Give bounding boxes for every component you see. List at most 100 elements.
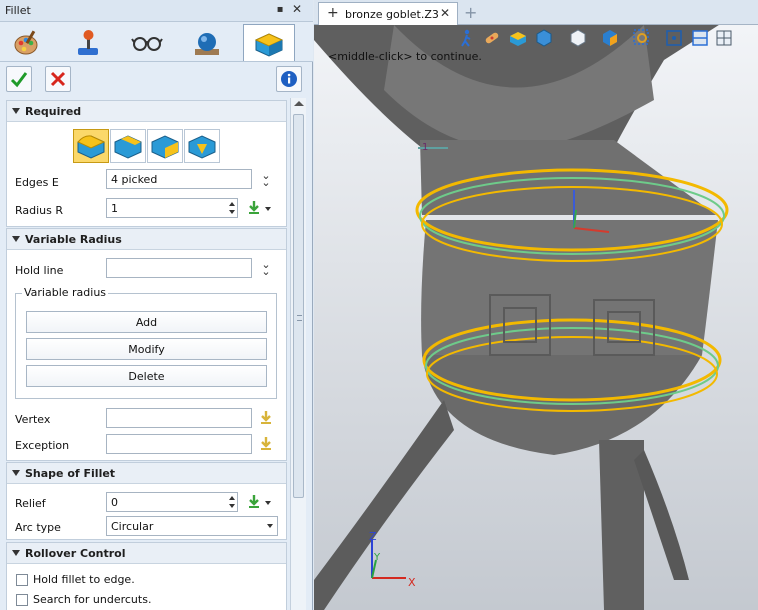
group-label: Variable radius: [22, 286, 109, 299]
radius-input[interactable]: 1: [106, 198, 238, 218]
doc-tab-label: bronze goblet.Z3: [345, 8, 439, 21]
close-tab-icon[interactable]: ✕: [440, 6, 450, 20]
fillet-type-group: [73, 129, 221, 163]
section-title: Shape of Fillet: [25, 467, 116, 480]
vertex-field[interactable]: [106, 408, 252, 428]
status-hint: <middle-click> to continue.: [328, 50, 482, 63]
collapse-arrow-icon: [12, 108, 20, 114]
chevron-double-down-icon[interactable]: ⌄ ⌄: [259, 259, 273, 277]
fillet-type-face[interactable]: [147, 129, 183, 163]
chevron-down-icon[interactable]: [265, 501, 271, 505]
grid-view-icon[interactable]: [714, 28, 734, 48]
pick-arrow-icon[interactable]: [246, 200, 262, 216]
fillet-type-edge[interactable]: [110, 129, 146, 163]
zoom-icon[interactable]: [632, 28, 652, 48]
paint-palette-icon: [14, 29, 38, 54]
orient-cube-icon[interactable]: [600, 28, 620, 48]
document-icon: +: [327, 5, 339, 21]
pin-icon[interactable]: ▪: [274, 4, 286, 16]
arc-type-select[interactable]: Circular: [106, 516, 278, 536]
section-rollover: Rollover Control Hold fillet to edge. Se…: [6, 542, 287, 610]
scroll-up-icon[interactable]: [294, 101, 304, 106]
chevron-double-down-icon[interactable]: ⌄ ⌄: [259, 170, 273, 188]
fillet-panel: Fillet ▪ ✕ Required Edges E 4 picked ⌄ ⌄…: [0, 0, 313, 610]
edge-marker-label: 1: [422, 142, 428, 153]
tab-fillet[interactable]: [243, 24, 295, 61]
new-tab-button[interactable]: +: [464, 3, 477, 22]
vertex-label: Vertex: [15, 413, 51, 426]
modify-button[interactable]: Modify: [26, 338, 267, 360]
radius-spinner[interactable]: [227, 198, 239, 218]
view-cube-icon[interactable]: [568, 28, 588, 48]
relief-spinner[interactable]: [227, 492, 239, 512]
glasses-icon: [131, 36, 163, 51]
help-button[interactable]: [276, 66, 302, 92]
sphere-icon: [195, 32, 219, 55]
tab-render[interactable]: [181, 24, 233, 61]
exception-label: Exception: [15, 439, 70, 452]
exception-field[interactable]: [106, 434, 252, 454]
info-icon: [281, 71, 297, 87]
action-bar: [0, 62, 313, 96]
cube-icon[interactable]: [534, 28, 554, 48]
fillet-rounded-icon: [77, 135, 106, 159]
scroll-thumb[interactable]: [293, 114, 304, 498]
ok-button[interactable]: [6, 66, 32, 92]
panel-titlebar: Fillet ▪ ✕: [0, 0, 313, 22]
edges-label: Edges E: [15, 176, 59, 189]
bandage-icon[interactable]: [482, 28, 502, 48]
hold-fillet-checkbox[interactable]: [16, 574, 28, 586]
section-header-rollover[interactable]: Rollover Control: [7, 543, 286, 564]
relief-input[interactable]: 0: [106, 492, 238, 512]
app-window: Fillet ▪ ✕ Required Edges E 4 picked ⌄ ⌄…: [0, 0, 758, 610]
fillet-face-icon: [151, 135, 179, 159]
cancel-icon: [50, 71, 66, 87]
3d-viewport[interactable]: Z X Y 1 + bronze goblet.Z3 ✕ + <middle-c…: [314, 0, 758, 610]
edges-field[interactable]: 4 picked: [106, 169, 252, 189]
chevron-down-icon[interactable]: [267, 524, 273, 528]
hold-fillet-label: Hold fillet to edge.: [33, 573, 135, 586]
panel-title: Fillet: [5, 4, 31, 17]
shaded-block-icon[interactable]: [508, 28, 528, 48]
radius-label: Radius R: [15, 204, 64, 217]
delete-button[interactable]: Delete: [26, 365, 267, 387]
fit-view-icon[interactable]: [664, 28, 684, 48]
arc-type-label: Arc type: [15, 521, 61, 534]
collapse-arrow-icon: [12, 470, 20, 476]
walk-icon[interactable]: [456, 28, 476, 48]
section-title: Variable Radius: [25, 233, 122, 246]
world-axis-x-label: X: [408, 576, 416, 589]
document-tabbar: + bronze goblet.Z3 ✕ +: [314, 0, 758, 25]
close-panel-icon[interactable]: ✕: [291, 3, 303, 15]
fillet-block-icon: [254, 33, 284, 57]
section-view-icon[interactable]: [690, 28, 710, 48]
section-required: Required Edges E 4 picked ⌄ ⌄ Radius R 1: [6, 100, 287, 227]
fillet-type-rounded[interactable]: [73, 129, 109, 163]
cancel-button[interactable]: [45, 66, 71, 92]
collapse-arrow-icon: [12, 550, 20, 556]
section-shape: Shape of Fillet Relief 0 Arc type Circul…: [6, 462, 287, 540]
add-button[interactable]: Add: [26, 311, 267, 333]
panel-scrollbar[interactable]: [290, 98, 306, 610]
hold-line-field[interactable]: [106, 258, 252, 278]
section-header-required[interactable]: Required: [7, 101, 286, 122]
doc-tab-goblet[interactable]: + bronze goblet.Z3 ✕: [318, 2, 458, 25]
world-axis-y-label: Y: [373, 552, 381, 563]
pick-arrow-icon[interactable]: [258, 436, 274, 452]
tab-paint[interactable]: [0, 24, 52, 61]
tab-view[interactable]: [121, 24, 173, 61]
pick-arrow-icon[interactable]: [246, 494, 262, 510]
pick-arrow-icon[interactable]: [258, 410, 274, 426]
section-variable-radius: Variable Radius Hold line ⌄ ⌄ Variable ra…: [6, 228, 287, 461]
section-header-shape[interactable]: Shape of Fillet: [7, 463, 286, 484]
tab-joystick[interactable]: [62, 24, 114, 61]
search-undercuts-checkbox[interactable]: [16, 594, 28, 606]
fillet-type-vertex[interactable]: [184, 129, 220, 163]
goblet-model[interactable]: Z X Y 1: [314, 0, 758, 610]
mode-tabs: [0, 22, 313, 62]
world-axis-z-label: Z: [369, 530, 377, 543]
chevron-down-icon[interactable]: [265, 207, 271, 211]
joystick-icon: [78, 29, 98, 55]
section-header-variable[interactable]: Variable Radius: [7, 229, 286, 250]
collapse-arrow-icon: [12, 236, 20, 242]
